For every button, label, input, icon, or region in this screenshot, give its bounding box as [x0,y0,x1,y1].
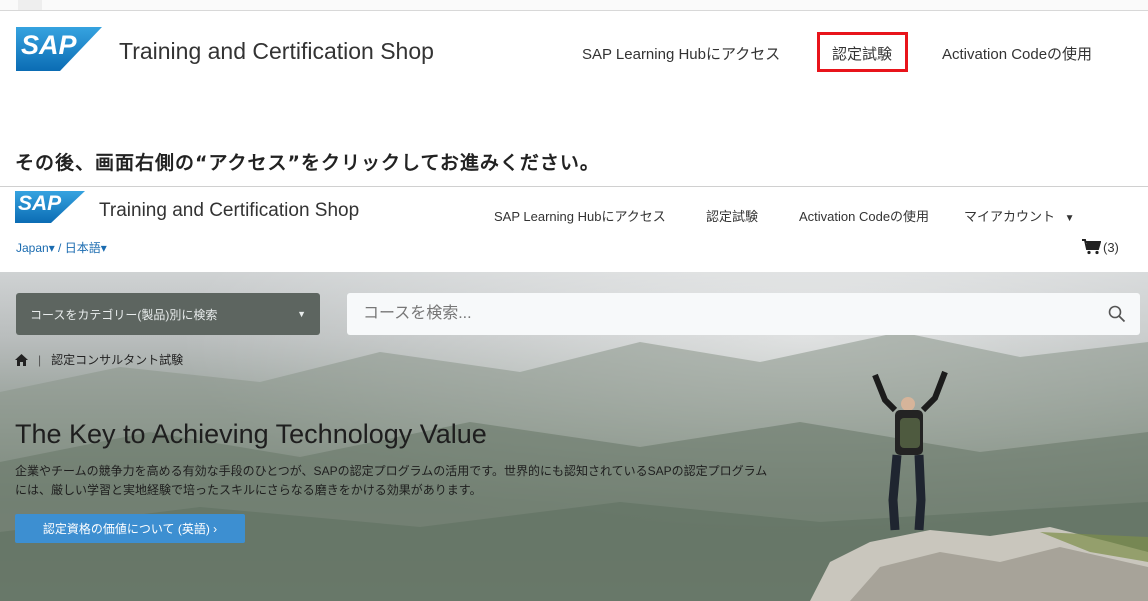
nav-activation-code[interactable]: Activation Codeの使用 [942,43,1092,64]
category-search-label: コースをカテゴリー(製品)別に検索 [30,307,218,322]
nav-my-account[interactable]: マイアカウント ▼ [964,206,1075,225]
cart-count: (3) [1103,239,1119,255]
nav-activation-code[interactable]: Activation Codeの使用 [799,206,929,225]
rock-outcrop [810,527,1148,601]
certification-value-button[interactable]: 認定資格の価値について (英語) › [15,514,245,543]
sap-logo-text: SAP [18,192,62,215]
search-icon[interactable] [1108,305,1126,323]
breadcrumb: | 認定コンサルタント試験 [15,351,183,368]
highlight-box [817,32,908,72]
hiker-figure [872,370,948,531]
cart-icon [1082,239,1101,255]
caret-down-icon: ▼ [297,309,306,319]
nav-my-account-label: マイアカウント [964,209,1056,224]
category-search-button[interactable]: コースをカテゴリー(製品)別に検索 ▼ [16,293,320,335]
sap-logo-text: SAP [21,30,77,60]
hero-description: 企業やチームの競争力を高める有効な手段のひとつが、SAPの認定プログラムの活用で… [15,464,768,497]
breadcrumb-current[interactable]: 認定コンサルタント試験 [51,351,183,368]
nav-learning-hub[interactable]: SAP Learning Hubにアクセス [494,206,666,225]
divider [0,186,1148,187]
hero-banner: コースをカテゴリー(製品)別に検索 ▼ | 認定コンサルタント試験 The Ke… [0,272,1148,601]
sap-logo[interactable]: SAP [16,27,102,71]
tab-notch [18,0,42,10]
locale-selector[interactable]: Japan▾ / 日本語▾ [16,239,107,256]
course-search-box[interactable] [347,293,1140,335]
breadcrumb-separator: | [38,352,42,367]
course-search-input[interactable] [361,304,1065,324]
sap-logo[interactable]: SAP [15,191,85,223]
nav-certification-exam[interactable]: 認定試験 [706,206,758,225]
caret-down-icon: ▼ [1064,213,1075,224]
instruction-caption: その後、画面右側の“アクセス”をクリックしてお進みください。 [15,152,600,174]
cart-button[interactable]: (3) [1082,239,1119,255]
shop-title[interactable]: Training and Certification Shop [119,38,434,65]
nav-learning-hub[interactable]: SAP Learning Hubにアクセス [582,43,780,64]
hero-title: The Key to Achieving Technology Value [15,419,487,449]
top-strip [0,0,1148,11]
home-icon[interactable] [15,353,28,366]
shop-title[interactable]: Training and Certification Shop [99,200,359,222]
